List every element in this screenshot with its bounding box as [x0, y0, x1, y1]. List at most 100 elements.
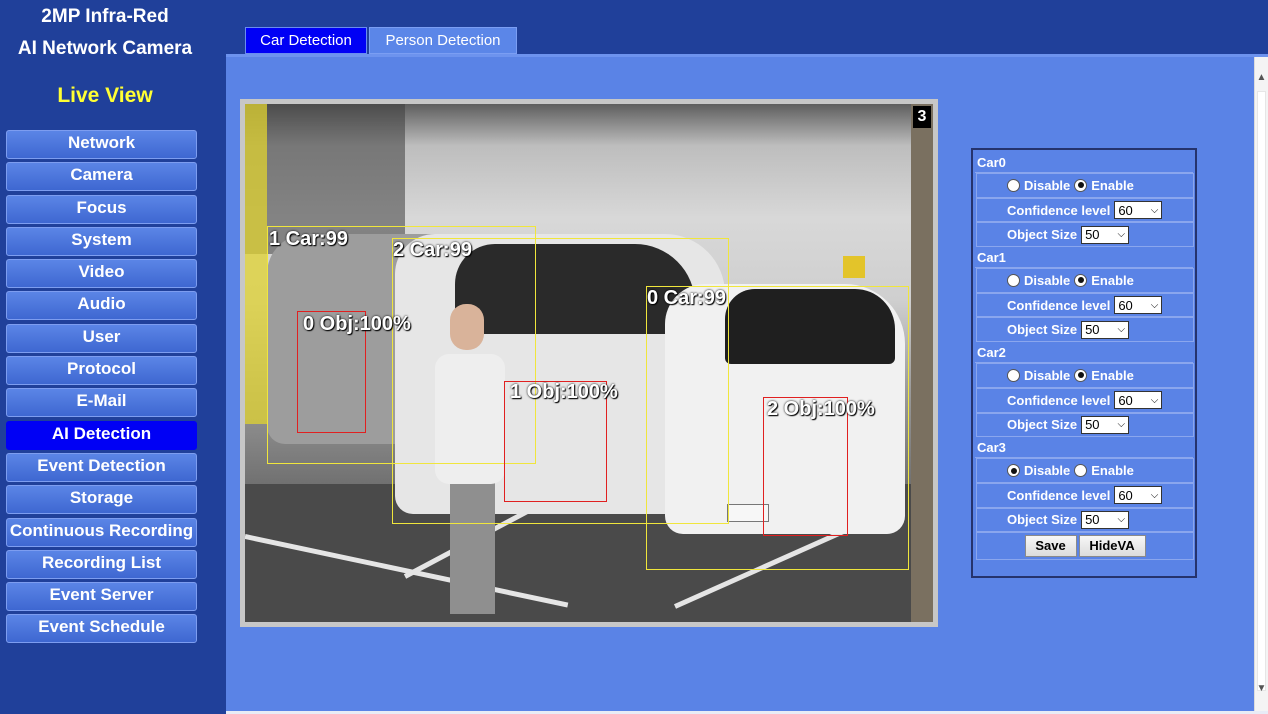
object-size-label: Object Size	[1007, 322, 1078, 338]
confidence-select[interactable]: 60 ⌵	[1114, 486, 1163, 505]
sidebar: 2MP Infra-Red AI Network Camera Live Vie…	[0, 0, 226, 714]
sidebar-item-focus[interactable]: Focus	[6, 194, 197, 224]
disable-option[interactable]: Disable	[1007, 273, 1070, 288]
car-settings-panel: Car0 Disable Enable Confidence level 60 ⌵…	[971, 148, 1197, 578]
confidence-value: 60	[1118, 297, 1133, 313]
confidence-value: 60	[1118, 392, 1133, 408]
car-detection-label: 1 Car:99	[269, 228, 348, 250]
sidebar-item-recording-list[interactable]: Recording List	[6, 549, 197, 579]
confidence-label: Confidence level	[1007, 487, 1111, 503]
object-size-label: Object Size	[1007, 417, 1078, 433]
car-settings-group: Car2 Disable Enable Confidence level 60 ⌵…	[975, 342, 1194, 438]
brand-title-line2: AI Network Camera	[17, 38, 193, 59]
enable-label: Enable	[1091, 367, 1134, 383]
vertical-scrollbar[interactable]: ▲ ▼	[1254, 57, 1268, 714]
sidebar-item-video[interactable]: Video	[6, 259, 197, 289]
brand-title-line1: 2MP Infra-Red	[41, 6, 169, 27]
main-panel: 1 Car:99 2 Car:99 0 Car:99 0 Obj:100% 1 …	[226, 54, 1268, 714]
tab-car-detection[interactable]: Car Detection	[245, 27, 367, 54]
scene-yellow-sign	[843, 256, 865, 278]
enable-option[interactable]: Enable	[1074, 463, 1134, 478]
enable-radio[interactable]	[1074, 178, 1088, 192]
car-settings-group: Car1 Disable Enable Confidence level 60 ⌵…	[975, 247, 1194, 343]
disable-radio[interactable]	[1007, 273, 1020, 287]
disable-label: Disable	[1024, 272, 1071, 288]
confidence-row: Confidence level 60 ⌵	[976, 482, 1194, 508]
video-frame: 1 Car:99 2 Car:99 0 Car:99 0 Obj:100% 1 …	[240, 99, 938, 627]
confidence-row: Confidence level 60 ⌵	[976, 387, 1194, 413]
chevron-down-icon: ⌵	[1150, 204, 1159, 216]
confidence-label: Confidence level	[1007, 202, 1111, 218]
object-size-label: Object Size	[1007, 512, 1078, 528]
car-detection-label: 2 Car:99	[393, 239, 472, 261]
disable-option[interactable]: Disable	[1007, 463, 1070, 478]
scrollbar-thumb[interactable]	[1257, 91, 1266, 691]
enable-radio[interactable]	[1074, 273, 1088, 287]
confidence-select[interactable]: 60 ⌵	[1114, 201, 1163, 220]
scroll-down-icon[interactable]: ▼	[1255, 682, 1268, 696]
object-size-value: 50	[1085, 227, 1100, 243]
chevron-down-icon: ⌵	[1150, 299, 1159, 311]
action-row: Save HideVA	[976, 532, 1194, 561]
disable-option[interactable]: Disable	[1007, 178, 1070, 193]
sidebar-item-camera[interactable]: Camera	[6, 162, 197, 192]
chevron-down-icon: ⌵	[1150, 394, 1159, 406]
channel-number: 3	[913, 106, 931, 128]
car-settings-group: Car0 Disable Enable Confidence level 60 ⌵…	[975, 152, 1194, 248]
object-size-select[interactable]: 50 ⌵	[1081, 225, 1130, 244]
mode-row: Disable Enable	[976, 363, 1194, 388]
object-detection-label: 2 Obj:100%	[767, 398, 875, 420]
confidence-select[interactable]: 60 ⌵	[1114, 391, 1163, 410]
sidebar-item-email[interactable]: E-Mail	[6, 388, 197, 418]
sidebar-item-audio[interactable]: Audio	[6, 291, 197, 321]
enable-option[interactable]: Enable	[1074, 178, 1134, 193]
save-button[interactable]: Save	[1024, 535, 1077, 558]
hideva-button[interactable]: HideVA	[1078, 535, 1146, 558]
object-size-value: 50	[1085, 417, 1100, 433]
object-size-row: Object Size 50 ⌵	[976, 412, 1194, 438]
sidebar-item-storage[interactable]: Storage	[6, 485, 197, 515]
object-size-row: Object Size 50 ⌵	[976, 507, 1194, 533]
scroll-up-icon[interactable]: ▲	[1255, 71, 1268, 85]
disable-label: Disable	[1024, 367, 1071, 383]
enable-radio[interactable]	[1074, 368, 1088, 382]
confidence-label: Confidence level	[1007, 392, 1111, 408]
sidebar-item-ai-detection[interactable]: AI Detection	[6, 420, 197, 450]
chevron-down-icon: ⌵	[1117, 229, 1126, 241]
sidebar-item-network[interactable]: Network	[6, 130, 197, 159]
sidebar-item-event-server[interactable]: Event Server	[6, 582, 197, 612]
enable-option[interactable]: Enable	[1074, 273, 1134, 288]
sidebar-item-system[interactable]: System	[6, 226, 197, 256]
disable-radio[interactable]	[1007, 368, 1020, 382]
enable-radio[interactable]	[1074, 464, 1088, 478]
chevron-down-icon: ⌵	[1150, 489, 1159, 501]
object-size-row: Object Size 50 ⌵	[976, 317, 1194, 343]
disable-radio[interactable]	[1007, 464, 1020, 478]
sidebar-item-event-detection[interactable]: Event Detection	[6, 452, 197, 482]
scene-pillar	[245, 104, 267, 424]
mode-row: Disable Enable	[976, 173, 1194, 198]
car-settings-group: Car3 Disable Enable Confidence level 60 ⌵…	[975, 437, 1194, 533]
object-detection-label: 0 Obj:100%	[303, 313, 411, 335]
live-video[interactable]: 1 Car:99 2 Car:99 0 Car:99 0 Obj:100% 1 …	[245, 104, 933, 622]
sidebar-item-protocol[interactable]: Protocol	[6, 356, 197, 386]
mode-row: Disable Enable	[976, 268, 1194, 293]
disable-option[interactable]: Disable	[1007, 368, 1070, 383]
mode-row: Disable Enable	[976, 458, 1194, 483]
object-size-select[interactable]: 50 ⌵	[1081, 320, 1130, 339]
enable-option[interactable]: Enable	[1074, 368, 1134, 383]
chevron-down-icon: ⌵	[1117, 514, 1126, 526]
sidebar-item-event-schedule[interactable]: Event Schedule	[6, 614, 197, 644]
tab-person-detection[interactable]: Person Detection	[369, 27, 517, 54]
car-group-title: Car2	[975, 342, 1193, 364]
car-group-title: Car3	[975, 437, 1193, 459]
sidebar-item-continuous-recording[interactable]: Continuous Recording	[6, 517, 197, 547]
disable-radio[interactable]	[1007, 178, 1020, 192]
confidence-select[interactable]: 60 ⌵	[1114, 296, 1163, 315]
confidence-row: Confidence level 60 ⌵	[976, 292, 1194, 318]
live-view-link[interactable]: Live View	[0, 84, 210, 108]
object-size-select[interactable]: 50 ⌵	[1081, 510, 1130, 529]
enable-label: Enable	[1091, 463, 1134, 479]
sidebar-item-user[interactable]: User	[6, 323, 197, 353]
object-size-select[interactable]: 50 ⌵	[1081, 415, 1130, 434]
